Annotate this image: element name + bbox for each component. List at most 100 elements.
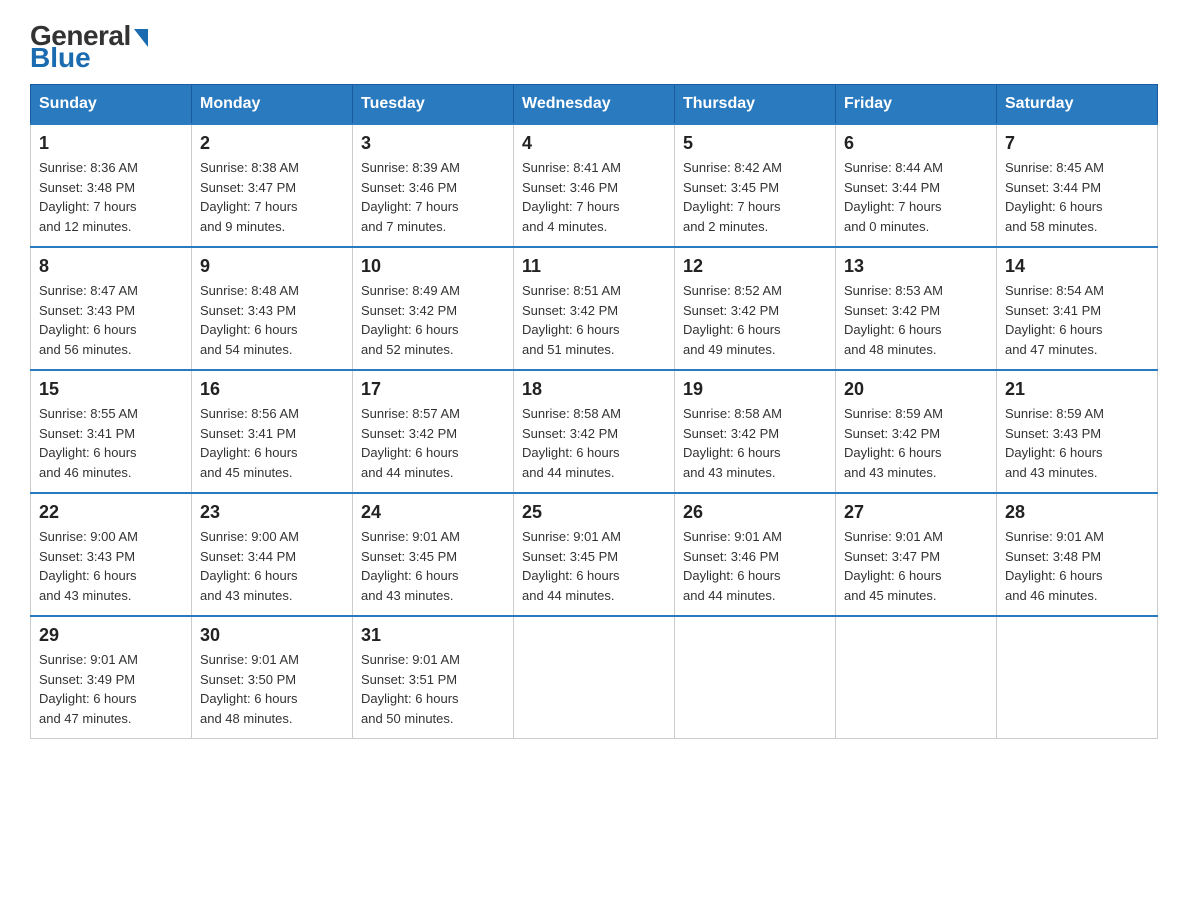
day-number: 20 [844,379,988,400]
weekday-header-sunday: Sunday [31,85,192,125]
calendar-day-cell: 17 Sunrise: 8:57 AMSunset: 3:42 PMDayligh… [353,370,514,493]
weekday-header-saturday: Saturday [997,85,1158,125]
day-number: 2 [200,133,344,154]
page-header: General Blue [30,20,1158,74]
day-info: Sunrise: 9:00 AMSunset: 3:43 PMDaylight:… [39,527,183,605]
day-number: 30 [200,625,344,646]
day-number: 9 [200,256,344,277]
day-number: 1 [39,133,183,154]
day-number: 19 [683,379,827,400]
calendar-day-cell: 5 Sunrise: 8:42 AMSunset: 3:45 PMDaylight… [675,124,836,247]
day-info: Sunrise: 8:47 AMSunset: 3:43 PMDaylight:… [39,281,183,359]
day-number: 21 [1005,379,1149,400]
day-info: Sunrise: 9:01 AMSunset: 3:49 PMDaylight:… [39,650,183,728]
calendar-day-cell: 24 Sunrise: 9:01 AMSunset: 3:45 PMDayligh… [353,493,514,616]
day-number: 16 [200,379,344,400]
calendar-day-cell: 22Sunrise: 9:00 AMSunset: 3:43 PMDayligh… [31,493,192,616]
day-number: 6 [844,133,988,154]
logo-blue-text: Blue [30,42,91,74]
day-info: Sunrise: 8:55 AMSunset: 3:41 PMDaylight:… [39,404,183,482]
day-number: 18 [522,379,666,400]
empty-day-cell [836,616,997,739]
day-number: 8 [39,256,183,277]
day-number: 26 [683,502,827,523]
weekday-header-thursday: Thursday [675,85,836,125]
calendar-day-cell: 29 Sunrise: 9:01 AMSunset: 3:49 PMDayligh… [31,616,192,739]
day-info: Sunrise: 8:54 AMSunset: 3:41 PMDaylight:… [1005,281,1149,359]
day-info: Sunrise: 8:41 AMSunset: 3:46 PMDaylight:… [522,158,666,236]
day-number: 5 [683,133,827,154]
day-number: 29 [39,625,183,646]
day-info: Sunrise: 8:48 AMSunset: 3:43 PMDaylight:… [200,281,344,359]
calendar-day-cell: 28 Sunrise: 9:01 AMSunset: 3:48 PMDayligh… [997,493,1158,616]
calendar-day-cell: 27 Sunrise: 9:01 AMSunset: 3:47 PMDayligh… [836,493,997,616]
day-info: Sunrise: 8:38 AMSunset: 3:47 PMDaylight:… [200,158,344,236]
day-number: 3 [361,133,505,154]
logo-arrow-icon [134,29,148,47]
day-info: Sunrise: 8:58 AMSunset: 3:42 PMDaylight:… [683,404,827,482]
day-info: Sunrise: 8:42 AMSunset: 3:45 PMDaylight:… [683,158,827,236]
day-info: Sunrise: 9:01 AMSunset: 3:45 PMDaylight:… [361,527,505,605]
day-info: Sunrise: 9:01 AMSunset: 3:51 PMDaylight:… [361,650,505,728]
calendar-day-cell: 14 Sunrise: 8:54 AMSunset: 3:41 PMDayligh… [997,247,1158,370]
weekday-header-friday: Friday [836,85,997,125]
day-info: Sunrise: 8:58 AMSunset: 3:42 PMDaylight:… [522,404,666,482]
day-number: 13 [844,256,988,277]
calendar-day-cell: 20 Sunrise: 8:59 AMSunset: 3:42 PMDayligh… [836,370,997,493]
weekday-header-tuesday: Tuesday [353,85,514,125]
empty-day-cell [514,616,675,739]
day-info: Sunrise: 8:56 AMSunset: 3:41 PMDaylight:… [200,404,344,482]
calendar-day-cell: 12 Sunrise: 8:52 AMSunset: 3:42 PMDayligh… [675,247,836,370]
day-number: 25 [522,502,666,523]
calendar-day-cell: 21 Sunrise: 8:59 AMSunset: 3:43 PMDayligh… [997,370,1158,493]
day-number: 24 [361,502,505,523]
calendar-day-cell: 23 Sunrise: 9:00 AMSunset: 3:44 PMDayligh… [192,493,353,616]
calendar-day-cell: 4 Sunrise: 8:41 AMSunset: 3:46 PMDaylight… [514,124,675,247]
day-info: Sunrise: 9:00 AMSunset: 3:44 PMDaylight:… [200,527,344,605]
calendar-day-cell: 18 Sunrise: 8:58 AMSunset: 3:42 PMDayligh… [514,370,675,493]
calendar-day-cell: 9 Sunrise: 8:48 AMSunset: 3:43 PMDaylight… [192,247,353,370]
calendar-day-cell: 26Sunrise: 9:01 AMSunset: 3:46 PMDayligh… [675,493,836,616]
logo: General Blue [30,20,148,74]
calendar-week-row: 29 Sunrise: 9:01 AMSunset: 3:49 PMDayligh… [31,616,1158,739]
calendar-week-row: 1 Sunrise: 8:36 AMSunset: 3:48 PMDaylight… [31,124,1158,247]
calendar-day-cell: 15 Sunrise: 8:55 AMSunset: 3:41 PMDayligh… [31,370,192,493]
day-info: Sunrise: 9:01 AMSunset: 3:47 PMDaylight:… [844,527,988,605]
weekday-header-row: SundayMondayTuesdayWednesdayThursdayFrid… [31,85,1158,125]
day-info: Sunrise: 8:51 AMSunset: 3:42 PMDaylight:… [522,281,666,359]
calendar-week-row: 22Sunrise: 9:00 AMSunset: 3:43 PMDayligh… [31,493,1158,616]
calendar-day-cell: 19 Sunrise: 8:58 AMSunset: 3:42 PMDayligh… [675,370,836,493]
calendar-day-cell: 25Sunrise: 9:01 AMSunset: 3:45 PMDayligh… [514,493,675,616]
day-info: Sunrise: 8:59 AMSunset: 3:42 PMDaylight:… [844,404,988,482]
empty-day-cell [675,616,836,739]
weekday-header-wednesday: Wednesday [514,85,675,125]
day-info: Sunrise: 9:01 AMSunset: 3:50 PMDaylight:… [200,650,344,728]
calendar-week-row: 8 Sunrise: 8:47 AMSunset: 3:43 PMDaylight… [31,247,1158,370]
day-info: Sunrise: 8:49 AMSunset: 3:42 PMDaylight:… [361,281,505,359]
day-number: 12 [683,256,827,277]
calendar-day-cell: 1 Sunrise: 8:36 AMSunset: 3:48 PMDaylight… [31,124,192,247]
calendar-day-cell: 31Sunrise: 9:01 AMSunset: 3:51 PMDayligh… [353,616,514,739]
day-number: 27 [844,502,988,523]
day-info: Sunrise: 8:52 AMSunset: 3:42 PMDaylight:… [683,281,827,359]
day-number: 4 [522,133,666,154]
calendar-day-cell: 3 Sunrise: 8:39 AMSunset: 3:46 PMDaylight… [353,124,514,247]
day-info: Sunrise: 9:01 AMSunset: 3:48 PMDaylight:… [1005,527,1149,605]
calendar-day-cell: 13Sunrise: 8:53 AMSunset: 3:42 PMDayligh… [836,247,997,370]
day-info: Sunrise: 8:57 AMSunset: 3:42 PMDaylight:… [361,404,505,482]
calendar-day-cell: 30 Sunrise: 9:01 AMSunset: 3:50 PMDayligh… [192,616,353,739]
day-number: 15 [39,379,183,400]
day-number: 17 [361,379,505,400]
day-info: Sunrise: 8:39 AMSunset: 3:46 PMDaylight:… [361,158,505,236]
day-number: 11 [522,256,666,277]
calendar-week-row: 15 Sunrise: 8:55 AMSunset: 3:41 PMDayligh… [31,370,1158,493]
day-number: 23 [200,502,344,523]
day-number: 14 [1005,256,1149,277]
calendar-table: SundayMondayTuesdayWednesdayThursdayFrid… [30,84,1158,739]
day-number: 28 [1005,502,1149,523]
calendar-day-cell: 10Sunrise: 8:49 AMSunset: 3:42 PMDayligh… [353,247,514,370]
weekday-header-monday: Monday [192,85,353,125]
day-number: 7 [1005,133,1149,154]
day-info: Sunrise: 8:59 AMSunset: 3:43 PMDaylight:… [1005,404,1149,482]
day-info: Sunrise: 8:36 AMSunset: 3:48 PMDaylight:… [39,158,183,236]
